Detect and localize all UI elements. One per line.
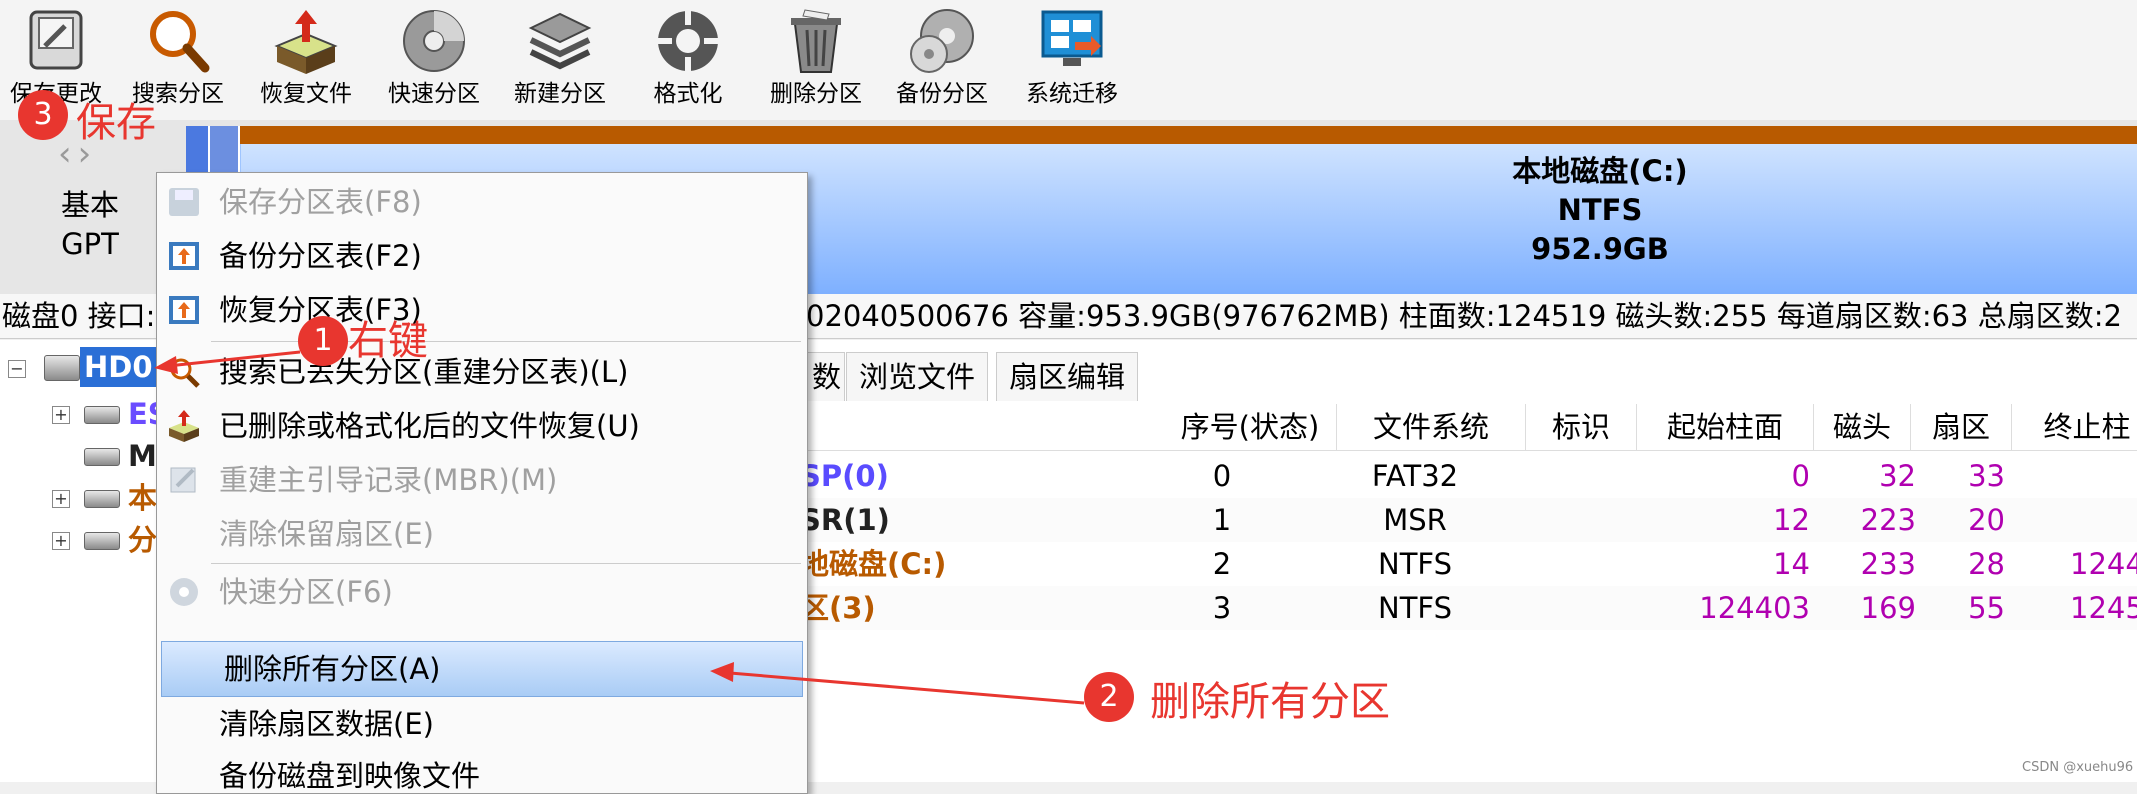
arrowhead-step1 <box>154 356 178 374</box>
arrow-step1 <box>167 350 301 368</box>
annotation-arrows <box>154 350 1085 705</box>
annotation-text-1: 右键 <box>348 318 428 364</box>
annotation-badge-2: 2 <box>1084 672 1134 722</box>
arrowhead-step2 <box>710 662 734 682</box>
annotation-badge-1: 1 <box>298 316 348 366</box>
watermark: CSDN @xuehu96 <box>2022 760 2134 775</box>
annotation-text-2: 删除所有分区 <box>1150 679 1390 725</box>
arrow-step2 <box>729 671 1085 705</box>
annotation-text-3: 保存 <box>76 100 156 146</box>
annotation-badge-3: 3 <box>18 90 68 140</box>
